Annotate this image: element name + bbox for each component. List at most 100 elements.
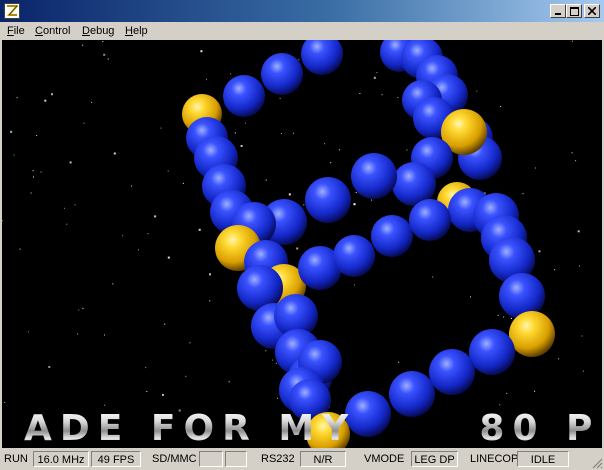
menu-control[interactable]: Control <box>35 24 70 38</box>
menu-file[interactable]: File <box>7 24 25 38</box>
star <box>103 53 106 56</box>
star <box>200 50 203 53</box>
star <box>36 135 38 136</box>
star <box>104 404 106 406</box>
star <box>554 269 556 271</box>
blue-ball <box>223 75 265 117</box>
star <box>277 397 279 399</box>
cpu-speed: 16.0 MHz <box>33 451 89 467</box>
star <box>511 317 512 319</box>
star <box>244 122 246 124</box>
vmode-value: LEG DP <box>411 451 458 467</box>
star <box>271 359 273 361</box>
star <box>500 106 502 107</box>
blue-ball <box>301 40 343 75</box>
star <box>296 247 299 250</box>
star <box>538 250 541 253</box>
star <box>288 193 291 196</box>
star <box>122 235 124 237</box>
star <box>499 404 501 406</box>
star <box>147 233 149 235</box>
star <box>164 323 166 325</box>
star <box>51 93 53 96</box>
maximize-icon <box>569 6 579 16</box>
star <box>63 207 65 209</box>
rs232-value: N/R <box>300 451 346 467</box>
minimize-button[interactable] <box>550 4 566 18</box>
linecop-value: IDLE <box>517 451 569 467</box>
star <box>432 276 434 278</box>
blue-ball <box>305 177 351 223</box>
star <box>353 284 355 286</box>
star <box>376 72 378 73</box>
star <box>577 230 580 233</box>
star <box>330 162 332 164</box>
maximize-button[interactable] <box>566 4 582 18</box>
star <box>265 350 267 352</box>
star <box>40 171 42 173</box>
star <box>275 362 277 364</box>
star <box>146 391 148 392</box>
star <box>185 375 187 377</box>
rs232-label: RS232 <box>261 453 295 465</box>
emulator-screen[interactable]: ADE FOR MY 80 PROJE <box>2 40 602 448</box>
title-bar[interactable] <box>0 0 604 22</box>
star <box>406 149 408 151</box>
sdmmc-slot-1 <box>199 451 223 467</box>
close-icon <box>588 7 596 15</box>
star <box>506 392 508 394</box>
star <box>558 358 560 360</box>
blue-ball <box>429 349 475 395</box>
star <box>145 367 147 369</box>
star <box>228 381 230 383</box>
menu-help[interactable]: Help <box>125 24 148 38</box>
app-icon[interactable] <box>4 3 20 19</box>
star <box>82 44 84 46</box>
resize-grip-icon[interactable] <box>591 457 603 469</box>
fps-counter: 49 FPS <box>91 451 141 467</box>
run-state: RUN <box>4 453 28 465</box>
star <box>32 170 34 172</box>
sdmmc-slot-2 <box>225 451 247 467</box>
star <box>359 93 361 94</box>
star <box>30 192 32 194</box>
star <box>240 145 243 147</box>
star <box>572 40 573 42</box>
star <box>522 193 524 195</box>
star <box>154 215 157 218</box>
star <box>579 265 580 267</box>
star <box>503 316 505 318</box>
star <box>167 170 169 172</box>
star <box>398 361 400 363</box>
star <box>162 393 164 396</box>
close-button[interactable] <box>584 4 600 18</box>
star <box>2 220 4 222</box>
star <box>66 223 68 225</box>
vmode-label: VMODE <box>364 453 405 465</box>
star <box>292 132 294 134</box>
star <box>279 97 281 99</box>
star <box>581 335 583 337</box>
star <box>373 76 376 79</box>
star <box>91 101 93 103</box>
star <box>189 342 191 344</box>
star <box>33 176 34 178</box>
blue-ball <box>261 53 303 95</box>
star <box>167 256 170 259</box>
star <box>209 273 211 276</box>
star <box>27 331 29 333</box>
star <box>48 366 51 368</box>
star <box>280 133 282 134</box>
menu-debug[interactable]: Debug <box>82 24 114 38</box>
linecop-label: LINECOP <box>470 453 519 465</box>
star <box>102 41 104 43</box>
star <box>104 334 105 336</box>
demo-scene <box>2 40 584 448</box>
star <box>338 149 340 151</box>
star <box>160 127 162 129</box>
star <box>324 143 326 145</box>
star <box>534 390 536 392</box>
star <box>10 130 13 133</box>
star <box>131 185 133 187</box>
blue-ball <box>371 215 413 257</box>
